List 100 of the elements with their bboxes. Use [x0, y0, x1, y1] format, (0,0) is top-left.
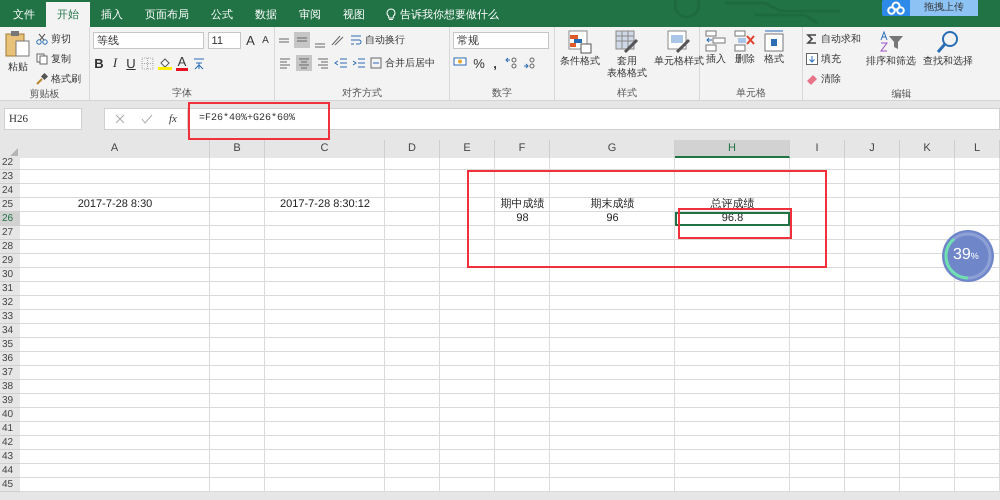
row-header[interactable]: 22	[0, 156, 20, 170]
menu-tab[interactable]: 文件	[2, 2, 46, 27]
number-format-dropdown[interactable]: 常规	[453, 32, 549, 48]
column-header[interactable]: L	[955, 140, 1000, 158]
align-right-icon	[316, 56, 330, 70]
group-title: 样式	[616, 86, 638, 100]
column-header[interactable]: B	[210, 140, 265, 158]
conditional-format-button[interactable]: 条件格式	[558, 30, 602, 86]
group-title: 剪贴板	[28, 88, 60, 101]
font-size-dropdown[interactable]: 11	[208, 32, 241, 48]
name-box[interactable]: H26	[4, 108, 82, 130]
row-header[interactable]: 31	[0, 282, 20, 296]
progress-widget[interactable]: 39%	[941, 229, 995, 283]
cell-brush-icon	[667, 30, 691, 54]
table-cell-text: 2017-7-28 8:30:12	[279, 198, 371, 212]
column-header[interactable]: H	[675, 140, 790, 158]
clear-button[interactable]: 清除	[806, 70, 861, 87]
insert-function-button[interactable]: fx	[169, 113, 177, 125]
upload-button[interactable]: 拖拽上传	[882, 0, 978, 16]
row-header[interactable]: 43	[0, 450, 20, 464]
comma-button[interactable]: ,	[489, 56, 501, 70]
row-header[interactable]: 25	[0, 198, 20, 212]
column-header[interactable]: F	[495, 140, 550, 158]
font-name-dropdown[interactable]: 等线	[93, 32, 204, 48]
decrease-indent-icon	[334, 56, 348, 70]
insert-button[interactable]: 插入	[703, 30, 729, 86]
column-header[interactable]: K	[900, 140, 955, 158]
row-header[interactable]: 38	[0, 380, 20, 394]
row-header[interactable]: 40	[0, 408, 20, 422]
format-painter-button[interactable]: 格式刷	[36, 70, 81, 87]
group-title: 编辑	[890, 88, 912, 101]
menu-tab[interactable]: 视图	[332, 2, 376, 27]
row-header[interactable]: 28	[0, 240, 20, 254]
menu-tab[interactable]: 公式	[200, 2, 244, 27]
table-cell-text: 期中成绩	[500, 198, 546, 212]
row-header[interactable]: 27	[0, 226, 20, 240]
fill-button[interactable]: 填充	[806, 50, 861, 67]
copy-button[interactable]: 复制	[36, 50, 81, 67]
cut-button[interactable]: 剪切	[36, 30, 81, 47]
row-header[interactable]: 32	[0, 296, 20, 310]
column-header[interactable]: G	[550, 140, 675, 158]
italic-button[interactable]: I	[109, 55, 121, 71]
column-header[interactable]: I	[790, 140, 845, 158]
font-color-button[interactable]: A	[176, 56, 188, 70]
formula-field[interactable]: =F26*40%+G26*60%	[188, 108, 1000, 130]
column-header[interactable]: D	[385, 140, 440, 158]
find-select-button[interactable]: 查找和选择	[921, 30, 975, 87]
menu-tab[interactable]: 开始	[46, 2, 90, 27]
underline-button[interactable]: U	[125, 56, 137, 70]
merge-icon	[370, 57, 382, 69]
group-title: 单元格	[735, 86, 767, 100]
fill-color-icon	[158, 56, 172, 70]
percent-button[interactable]: %	[473, 56, 485, 70]
row-header[interactable]: 37	[0, 366, 20, 380]
shrink-font-button[interactable]: A	[260, 34, 272, 46]
cell-style-button[interactable]: 单元格样式	[652, 30, 706, 86]
cancel-icon	[115, 114, 125, 124]
column-header[interactable]: C	[265, 140, 385, 158]
row-header[interactable]: 41	[0, 422, 20, 436]
scissors-icon	[36, 32, 48, 44]
row-header[interactable]: 39	[0, 394, 20, 408]
border-icon	[141, 56, 154, 70]
column-header[interactable]: A	[20, 140, 210, 158]
tell-me-field[interactable]: 告诉我你想要做什么	[400, 7, 499, 22]
row-header[interactable]: 23	[0, 170, 20, 184]
row-header[interactable]: 29	[0, 254, 20, 268]
row-header[interactable]: 44	[0, 464, 20, 478]
autosum-button[interactable]: 自动求和	[806, 30, 861, 47]
row-header[interactable]: 42	[0, 436, 20, 450]
row-header[interactable]: 45	[0, 478, 20, 492]
menu-tab[interactable]: 插入	[90, 2, 134, 27]
sort-filter-button[interactable]: 排序和筛选	[864, 30, 918, 87]
row-header[interactable]: 30	[0, 268, 20, 282]
row-header[interactable]: 35	[0, 338, 20, 352]
table-cell-text: 98	[515, 212, 530, 226]
search-icon	[936, 30, 960, 54]
format-button[interactable]: 格式	[761, 30, 787, 86]
merge-center-button[interactable]: 合并后居中	[370, 54, 435, 72]
increase-decimal-icon	[505, 56, 519, 70]
paste-button[interactable]: 粘贴	[3, 30, 33, 87]
bold-button[interactable]: B	[93, 56, 105, 70]
align-bottom-icon	[314, 43, 326, 48]
row-header[interactable]: 34	[0, 324, 20, 338]
row-header[interactable]: 24	[0, 184, 20, 198]
delete-button[interactable]: 删除	[732, 30, 758, 86]
row-header[interactable]: 33	[0, 310, 20, 324]
menu-tab[interactable]: 页面布局	[134, 2, 200, 27]
brush-icon	[36, 72, 48, 84]
menu-tab[interactable]: 审阅	[288, 2, 332, 27]
group-title: 数字	[491, 86, 513, 100]
wrap-text-button[interactable]: 自动换行	[350, 32, 405, 48]
wrap-icon	[350, 34, 362, 46]
row-header[interactable]: 26	[0, 212, 20, 226]
table-format-button[interactable]: 套用 表格格式	[605, 30, 649, 86]
column-header[interactable]: E	[440, 140, 495, 158]
column-header[interactable]: J	[845, 140, 900, 158]
menu-tab[interactable]: 数据	[244, 2, 288, 27]
row-header[interactable]: 36	[0, 352, 20, 366]
grow-font-button[interactable]: A	[244, 32, 256, 48]
check-icon	[141, 114, 153, 124]
